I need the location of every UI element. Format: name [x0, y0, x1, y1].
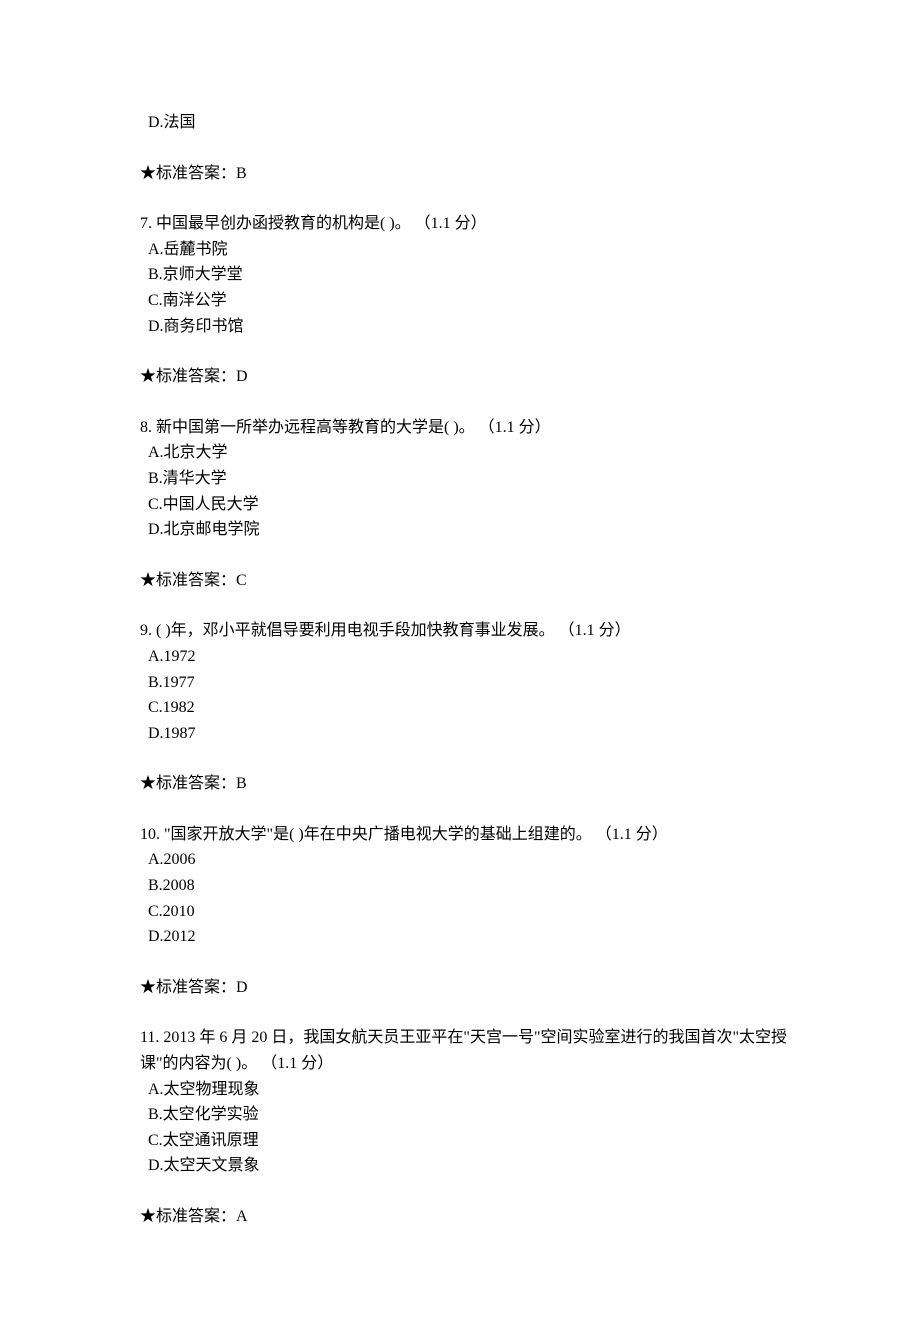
question-9: 9. ( )年，邓小平就倡导要利用电视手段加快教育事业发展。 （1.1 分） A…	[140, 618, 790, 797]
question-stem: 8. 新中国第一所举办远程高等教育的大学是( )。 （1.1 分）	[140, 415, 790, 441]
option-d: D.太空天文景象	[140, 1153, 790, 1179]
option-a: A.北京大学	[140, 440, 790, 466]
option-b: B.太空化学实验	[140, 1102, 790, 1128]
question-11: 11. 2013 年 6 月 20 日，我国女航天员王亚平在"天宫一号"空间实验…	[140, 1025, 790, 1229]
question-stem: 10. "国家开放大学"是( )年在中央广播电视大学的基础上组建的。 （1.1 …	[140, 822, 790, 848]
answer-line: ★标准答案：B	[140, 771, 790, 797]
option-c: C.2010	[140, 899, 790, 925]
question-7: 7. 中国最早创办函授教育的机构是( )。 （1.1 分） A.岳麓书院 B.京…	[140, 211, 790, 390]
answer-line: ★标准答案：D	[140, 975, 790, 1001]
option-d: D.商务印书馆	[140, 314, 790, 340]
option-b: B.1977	[140, 670, 790, 696]
option-d: D.法国	[140, 110, 790, 136]
option-d: D.1987	[140, 721, 790, 747]
option-a: A.太空物理现象	[140, 1077, 790, 1103]
option-a: A.2006	[140, 847, 790, 873]
question-6-partial: D.法国 ★标准答案：B	[140, 110, 790, 186]
question-10: 10. "国家开放大学"是( )年在中央广播电视大学的基础上组建的。 （1.1 …	[140, 822, 790, 1001]
option-b: B.京师大学堂	[140, 262, 790, 288]
answer-line: ★标准答案：D	[140, 364, 790, 390]
option-c: C.太空通讯原理	[140, 1128, 790, 1154]
option-c: C.1982	[140, 695, 790, 721]
answer-line: ★标准答案：A	[140, 1204, 790, 1230]
question-stem: 7. 中国最早创办函授教育的机构是( )。 （1.1 分）	[140, 211, 790, 237]
question-stem: 9. ( )年，邓小平就倡导要利用电视手段加快教育事业发展。 （1.1 分）	[140, 618, 790, 644]
option-a: A.1972	[140, 644, 790, 670]
option-d: D.2012	[140, 924, 790, 950]
document-page: D.法国 ★标准答案：B 7. 中国最早创办函授教育的机构是( )。 （1.1 …	[0, 0, 920, 1330]
option-d: D.北京邮电学院	[140, 517, 790, 543]
answer-line: ★标准答案：C	[140, 568, 790, 594]
option-b: B.2008	[140, 873, 790, 899]
option-a: A.岳麓书院	[140, 237, 790, 263]
question-stem: 11. 2013 年 6 月 20 日，我国女航天员王亚平在"天宫一号"空间实验…	[140, 1025, 790, 1076]
option-c: C.中国人民大学	[140, 492, 790, 518]
option-c: C.南洋公学	[140, 288, 790, 314]
question-8: 8. 新中国第一所举办远程高等教育的大学是( )。 （1.1 分） A.北京大学…	[140, 415, 790, 594]
option-b: B.清华大学	[140, 466, 790, 492]
answer-line: ★标准答案：B	[140, 161, 790, 187]
